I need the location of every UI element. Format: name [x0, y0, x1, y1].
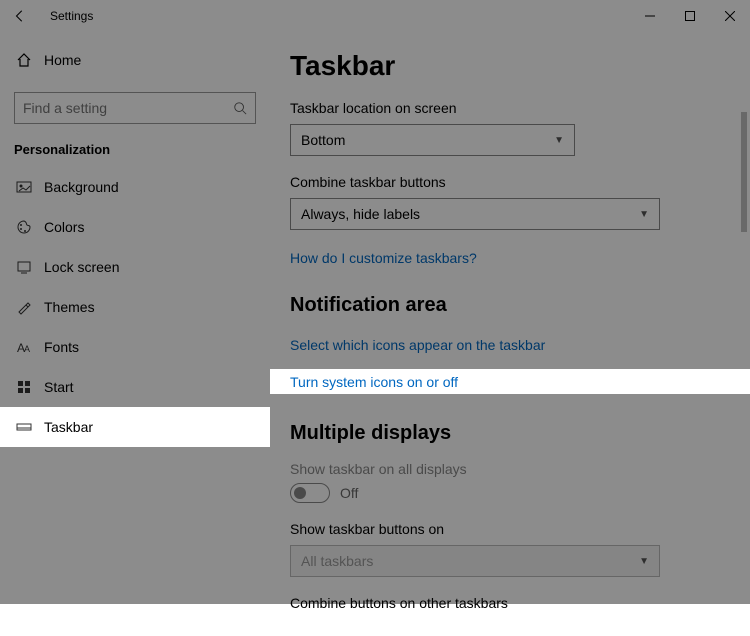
themes-icon: [14, 299, 34, 315]
taskbar-icon: [14, 419, 34, 435]
nav-label: Start: [44, 379, 74, 395]
close-button[interactable]: [710, 0, 750, 32]
svg-text:A: A: [24, 344, 30, 354]
select-icons-link[interactable]: Select which icons appear on the taskbar: [290, 329, 730, 361]
combine-label: Combine taskbar buttons: [290, 174, 730, 190]
search-icon: [233, 101, 247, 115]
nav-label: Background: [44, 179, 119, 195]
palette-icon: [14, 219, 34, 235]
location-dropdown[interactable]: Bottom ▼: [290, 124, 575, 156]
picture-icon: [14, 179, 34, 195]
chevron-down-icon: ▼: [639, 209, 649, 220]
location-label: Taskbar location on screen: [290, 100, 730, 116]
back-button[interactable]: [0, 0, 40, 32]
lockscreen-icon: [14, 259, 34, 275]
show-all-label: Show taskbar on all displays: [290, 461, 730, 477]
sidebar-item-fonts[interactable]: AA Fonts: [0, 327, 270, 367]
toggle-knob: [294, 487, 306, 499]
sidebar: Home Personalization Background Colors L…: [0, 32, 270, 604]
show-buttons-dropdown: All taskbars ▼: [290, 545, 660, 577]
sidebar-item-start[interactable]: Start: [0, 367, 270, 407]
show-buttons-label: Show taskbar buttons on: [290, 521, 730, 537]
customize-link[interactable]: How do I customize taskbars?: [290, 250, 730, 266]
minimize-button[interactable]: [630, 0, 670, 32]
dropdown-value: Bottom: [301, 132, 345, 148]
combine-dropdown[interactable]: Always, hide labels ▼: [290, 198, 660, 230]
sidebar-item-background[interactable]: Background: [0, 167, 270, 207]
home-icon: [14, 52, 34, 68]
nav-label: Colors: [44, 219, 84, 235]
dropdown-value: All taskbars: [301, 553, 373, 569]
start-icon: [14, 379, 34, 395]
turn-system-icons-link[interactable]: Turn system icons on or off: [270, 369, 750, 394]
maximize-button[interactable]: [670, 0, 710, 32]
main-content: Taskbar Taskbar location on screen Botto…: [270, 32, 750, 604]
search-field[interactable]: [23, 100, 233, 116]
nav-label: Themes: [44, 299, 95, 315]
sidebar-item-lockscreen[interactable]: Lock screen: [0, 247, 270, 287]
multiple-displays-header: Multiple displays: [290, 422, 730, 445]
scroll-thumb[interactable]: [741, 112, 747, 232]
nav-label: Taskbar: [44, 419, 93, 435]
home-label: Home: [44, 52, 81, 68]
category-header: Personalization: [0, 124, 270, 167]
nav-label: Lock screen: [44, 259, 119, 275]
fonts-icon: AA: [14, 339, 34, 355]
search-input[interactable]: [14, 92, 256, 124]
sidebar-item-taskbar[interactable]: Taskbar: [0, 407, 270, 447]
show-all-toggle[interactable]: [290, 483, 330, 503]
page-title: Taskbar: [290, 50, 730, 82]
toggle-state: Off: [340, 485, 358, 501]
sidebar-item-colors[interactable]: Colors: [0, 207, 270, 247]
scrollbar[interactable]: [738, 82, 750, 636]
sidebar-item-themes[interactable]: Themes: [0, 287, 270, 327]
window-title: Settings: [50, 9, 93, 23]
chevron-down-icon: ▼: [639, 556, 649, 567]
nav-label: Fonts: [44, 339, 79, 355]
combine-other-label: Combine buttons on other taskbars: [290, 595, 730, 611]
chevron-down-icon: ▼: [554, 135, 564, 146]
dropdown-value: Always, hide labels: [301, 206, 420, 222]
notification-header: Notification area: [290, 294, 730, 317]
home-nav[interactable]: Home: [0, 40, 270, 80]
